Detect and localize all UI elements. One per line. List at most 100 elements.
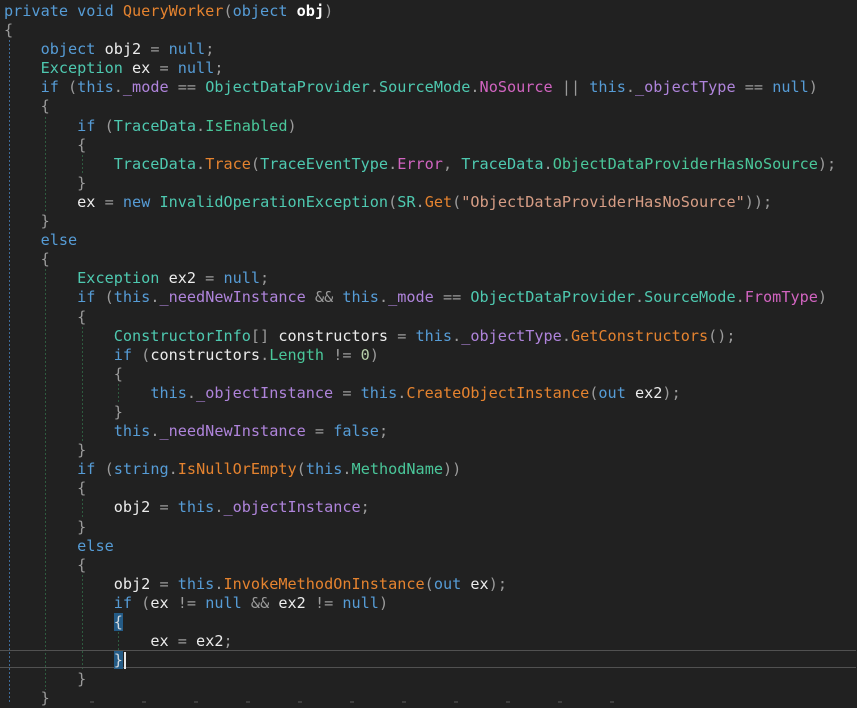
code-token: ; — [361, 498, 370, 516]
code-line[interactable]: if (TraceData.IsEnabled) — [0, 117, 857, 136]
code-token: ConstructorInfo — [114, 327, 251, 345]
code-token: _objectType — [635, 78, 736, 96]
code-token: != — [324, 346, 361, 364]
code-line[interactable]: Exception ex2 = null; — [0, 269, 857, 288]
code-token: != — [306, 594, 343, 612]
code-line[interactable]: TraceData.Trace(TraceEventType.Error, Tr… — [0, 155, 857, 174]
code-token: private void — [4, 2, 123, 20]
code-token: FromType — [745, 288, 818, 306]
code-token: _objectType — [461, 327, 562, 345]
code-token: . — [562, 327, 571, 345]
code-line[interactable]: this._needNewInstance = false; — [0, 422, 857, 441]
code-line[interactable]: this._objectInstance = this.CreateObject… — [0, 384, 857, 403]
code-line[interactable]: { — [0, 250, 857, 269]
code-line[interactable]: if (string.IsNullOrEmpty(this.MethodName… — [0, 460, 857, 479]
code-token: this — [416, 327, 453, 345]
code-token: } — [4, 518, 86, 536]
code-token: null — [178, 59, 215, 77]
code-token — [4, 632, 150, 650]
code-line[interactable]: } — [0, 212, 857, 231]
code-token: . — [260, 346, 269, 364]
code-token: ex2 — [626, 384, 663, 402]
code-line[interactable]: { — [0, 21, 857, 40]
code-line[interactable]: { — [0, 136, 857, 155]
code-token: ex — [150, 594, 168, 612]
code-line[interactable]: { — [0, 365, 857, 384]
code-line[interactable]: if (this._mode == ObjectDataProvider.Sou… — [0, 78, 857, 97]
code-token: } — [4, 403, 123, 421]
code-line[interactable]: object obj2 = null; — [0, 40, 857, 59]
code-token: _objectInstance — [196, 384, 333, 402]
code-token: . — [470, 78, 479, 96]
code-token: ) — [818, 288, 827, 306]
code-line[interactable]: else — [0, 231, 857, 250]
code-line[interactable]: { — [0, 556, 857, 575]
code-token: && — [306, 288, 343, 306]
code-line[interactable]: if (ex != null && ex2 != null) — [0, 594, 857, 613]
code-line[interactable]: ex = ex2; — [0, 632, 857, 651]
code-area[interactable]: private void QueryWorker(object obj){ ob… — [0, 2, 857, 708]
code-line[interactable]: obj2 = this.InvokeMethodOnInstance(out e… — [0, 575, 857, 594]
code-token: ObjectDataProvider — [205, 78, 370, 96]
code-token: ( — [223, 2, 232, 20]
code-token: . — [370, 78, 379, 96]
code-token: } — [4, 441, 86, 459]
code-token: null — [342, 594, 379, 612]
code-token: TraceData — [114, 117, 196, 135]
code-token: ( — [425, 575, 434, 593]
code-token: GetConstructors — [571, 327, 708, 345]
code-token: { — [4, 308, 86, 326]
code-line[interactable]: { — [0, 97, 857, 116]
code-token: . — [397, 384, 406, 402]
matched-brace: { — [114, 613, 123, 631]
code-token: Exception — [77, 269, 159, 287]
code-line[interactable]: ConstructorInfo[] constructors = this._o… — [0, 327, 857, 346]
code-line[interactable]: { — [0, 479, 857, 498]
code-line[interactable]: else — [0, 537, 857, 556]
code-token — [4, 575, 114, 593]
code-line[interactable]: private void QueryWorker(object obj) — [0, 2, 857, 21]
code-token: { — [4, 136, 86, 154]
code-token: } — [4, 174, 86, 192]
code-line[interactable]: } — [0, 441, 857, 460]
code-line[interactable]: if (constructors.Length != 0) — [0, 346, 857, 365]
code-token: . — [452, 327, 461, 345]
code-token: constructors — [150, 346, 260, 364]
code-token — [4, 498, 114, 516]
code-editor[interactable]: private void QueryWorker(object obj){ ob… — [0, 0, 857, 704]
code-token: this — [150, 384, 187, 402]
code-token: ) — [324, 2, 333, 20]
code-line[interactable]: obj2 = this._objectInstance; — [0, 498, 857, 517]
code-token — [4, 460, 77, 478]
code-token: TraceData — [114, 155, 196, 173]
code-line[interactable]: } — [0, 670, 857, 689]
code-token — [4, 422, 114, 440]
code-token — [4, 288, 77, 306]
code-line[interactable]: { — [0, 308, 857, 327]
code-token: this — [306, 460, 343, 478]
code-line[interactable]: if (this._needNewInstance && this._mode … — [0, 288, 857, 307]
code-token — [4, 59, 41, 77]
code-token: IsNullOrEmpty — [178, 460, 297, 478]
code-token: _mode — [123, 78, 169, 96]
code-line[interactable]: } — [0, 518, 857, 537]
code-line[interactable]: } — [0, 403, 857, 422]
code-line[interactable]: } — [0, 174, 857, 193]
code-line[interactable]: Exception ex = null; — [0, 59, 857, 78]
code-token: new — [123, 193, 150, 211]
code-line[interactable]: { — [0, 613, 857, 632]
code-line[interactable]: } — [0, 689, 857, 708]
code-token: SourceMode — [379, 78, 470, 96]
code-token — [4, 78, 41, 96]
code-token: { — [4, 365, 123, 383]
code-token: ; — [223, 632, 232, 650]
code-line[interactable]: } — [0, 651, 857, 670]
code-token: . — [416, 193, 425, 211]
code-line[interactable]: ex = new InvalidOperationException(SR.Ge… — [0, 193, 857, 212]
code-token: out — [598, 384, 625, 402]
clipped-next-line — [90, 701, 650, 703]
code-token: . — [187, 384, 196, 402]
code-token: . — [342, 460, 351, 478]
code-token: = — [150, 575, 177, 593]
code-token: obj2 — [114, 498, 151, 516]
